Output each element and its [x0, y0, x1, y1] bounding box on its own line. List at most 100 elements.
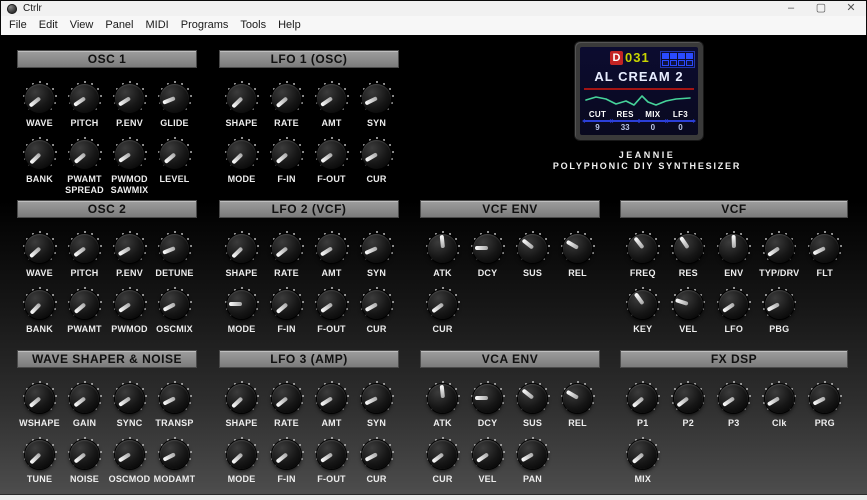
knob-osc1-wave[interactable]	[21, 79, 59, 117]
knob-lfo3-syn[interactable]	[358, 379, 396, 417]
knob-vcfenv-dcy[interactable]	[469, 229, 507, 267]
knob-shaper-sync[interactable]	[111, 379, 149, 417]
knob-fxdsp-mix[interactable]	[624, 435, 662, 473]
knob-pointer	[363, 96, 378, 106]
knob-label: VEL	[679, 324, 698, 335]
knob-lfo1-cur[interactable]	[358, 135, 396, 173]
menu-item-view[interactable]: View	[64, 16, 100, 35]
waveform-display	[585, 95, 691, 106]
knob-label: DCY	[477, 418, 498, 428]
knob-fxdsp-p1[interactable]	[624, 379, 662, 417]
knob-lfo1-mode[interactable]	[223, 135, 261, 173]
knob-vcf-lfo[interactable]	[715, 285, 753, 323]
knob-osc1-level[interactable]	[156, 135, 194, 173]
knob-fxdsp-p2[interactable]	[669, 379, 707, 417]
menu-item-midi[interactable]: MIDI	[140, 16, 175, 35]
knob-lfo2-syn[interactable]	[358, 229, 396, 267]
knob-osc2-bank[interactable]	[21, 285, 59, 323]
knob-pointer	[631, 452, 645, 465]
knob-osc2-pitch[interactable]	[66, 229, 104, 267]
knob-shaper-gain[interactable]	[66, 379, 104, 417]
knob-shaper-noise[interactable]	[66, 435, 104, 473]
knob-fxdsp-clk[interactable]	[760, 379, 798, 417]
program-number: 031	[625, 50, 650, 65]
knob-osc2-detune[interactable]	[156, 229, 194, 267]
knob-lfo2-cur[interactable]	[358, 285, 396, 323]
knob-shaper-transp[interactable]	[156, 379, 194, 417]
menu-item-edit[interactable]: Edit	[33, 16, 64, 35]
knob-vcaenv-dcy[interactable]	[469, 379, 507, 417]
close-button[interactable]: ✕	[836, 1, 866, 16]
knob-lfo3-f-out[interactable]	[313, 435, 351, 473]
knob-osc2-pwamt[interactable]	[66, 285, 104, 323]
knob-pointer	[72, 396, 86, 408]
knob-vcf-typ-drv[interactable]	[760, 229, 798, 267]
menu-item-tools[interactable]: Tools	[234, 16, 272, 35]
param-value: 0	[678, 123, 683, 132]
knob-shaper-modamt[interactable]	[156, 435, 194, 473]
knob-vcaenv-cur[interactable]	[424, 435, 462, 473]
minimize-button[interactable]: –	[776, 1, 806, 16]
knob-vcfenv-cur[interactable]	[424, 285, 462, 323]
knob-osc1-pwmod-sawmix[interactable]	[111, 135, 149, 173]
knob-osc2-p-env[interactable]	[111, 229, 149, 267]
knob-vcfenv-rel[interactable]	[559, 229, 597, 267]
knob-lfo3-amt[interactable]	[313, 379, 351, 417]
knob-osc1-pwamt-spread[interactable]	[66, 135, 104, 173]
menu-item-programs[interactable]: Programs	[175, 16, 235, 35]
knob-vcaenv-rel[interactable]	[559, 379, 597, 417]
knob-osc2-oscmix[interactable]	[156, 285, 194, 323]
knob-lfo3-mode[interactable]	[223, 435, 261, 473]
knob-shaper-tune[interactable]	[21, 435, 59, 473]
knob-lfo1-f-out[interactable]	[313, 135, 351, 173]
knob-lfo3-shape[interactable]	[223, 379, 261, 417]
knob-osc2-wave[interactable]	[21, 229, 59, 267]
knob-lfo2-shape[interactable]	[223, 229, 261, 267]
knob-label: SUS	[522, 418, 543, 428]
knob-vcf-vel[interactable]	[669, 285, 707, 323]
knob-pointer	[162, 396, 176, 406]
knob-vcaenv-vel[interactable]	[469, 435, 507, 473]
knob-osc2-pwmod[interactable]	[111, 285, 149, 323]
knob-lfo1-f-in[interactable]	[268, 135, 306, 173]
knob-lfo3-rate[interactable]	[268, 379, 306, 417]
knob-vcf-pbg[interactable]	[760, 285, 798, 323]
knob-pointer	[767, 396, 781, 407]
knob-shaper-wshape[interactable]	[21, 379, 59, 417]
knob-vcf-env[interactable]	[715, 229, 753, 267]
knob-lfo1-amt[interactable]	[313, 79, 351, 117]
knob-lfo1-rate[interactable]	[268, 79, 306, 117]
knob-vcfenv-atk[interactable]	[424, 229, 462, 267]
knob-vcf-res[interactable]	[669, 229, 707, 267]
knob-pointer	[319, 396, 333, 407]
knob-lfo1-syn[interactable]	[358, 79, 396, 117]
knob-lfo3-cur[interactable]	[358, 435, 396, 473]
knob-fxdsp-prg[interactable]	[806, 379, 844, 417]
knob-lfo2-f-in[interactable]	[268, 285, 306, 323]
maximize-button[interactable]: ▢	[806, 1, 836, 16]
knob-vcf-key[interactable]	[624, 285, 662, 323]
menu-bar: File Edit View Panel MIDI Programs Tools Help	[1, 16, 866, 35]
knob-shaper-oscmod[interactable]	[111, 435, 149, 473]
knob-vcaenv-atk[interactable]	[424, 379, 462, 417]
knob-vcf-freq[interactable]	[624, 229, 662, 267]
menu-item-file[interactable]: File	[3, 16, 33, 35]
menu-item-panel[interactable]: Panel	[99, 16, 139, 35]
knob-lfo2-mode[interactable]	[223, 285, 261, 323]
knob-lfo2-f-out[interactable]	[313, 285, 351, 323]
knob-vcf-flt[interactable]	[806, 229, 844, 267]
knob-fxdsp-p3[interactable]	[715, 379, 753, 417]
knob-vcaenv-sus[interactable]	[514, 379, 552, 417]
knob-lfo3-f-in[interactable]	[268, 435, 306, 473]
knob-lfo2-amt[interactable]	[313, 229, 351, 267]
knob-vcfenv-sus[interactable]	[514, 229, 552, 267]
knob-pointer	[520, 452, 534, 463]
knob-lfo2-rate[interactable]	[268, 229, 306, 267]
knob-osc1-pitch[interactable]	[66, 79, 104, 117]
knob-lfo1-shape[interactable]	[223, 79, 261, 117]
knob-osc1-glide[interactable]	[156, 79, 194, 117]
knob-osc1-bank[interactable]	[21, 135, 59, 173]
knob-osc1-p-env[interactable]	[111, 79, 149, 117]
knob-vcaenv-pan[interactable]	[514, 435, 552, 473]
menu-item-help[interactable]: Help	[272, 16, 307, 35]
